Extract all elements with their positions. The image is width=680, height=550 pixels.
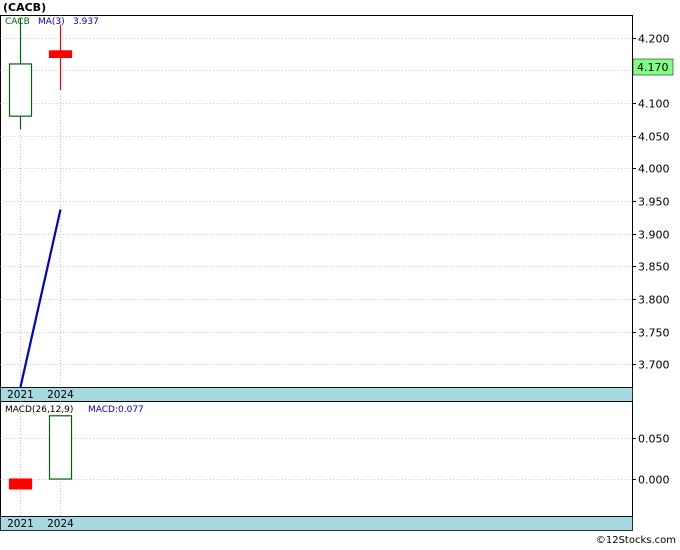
price-legend: CACB MA(3) 3.937	[5, 17, 99, 27]
macd-y-tick-label: 0.050	[638, 433, 670, 446]
price-y-tick-label: 3.900	[638, 229, 670, 242]
price-x-label: 2024	[47, 389, 74, 401]
last-price-tag: 4.170	[632, 58, 674, 76]
macd-plot-frame	[0, 401, 633, 517]
price-y-tick-label: 3.950	[638, 196, 670, 209]
chart-root: (CACB) 3.700 3.750 3.800 3.850 3.900 3.950 4.0…	[0, 1, 676, 546]
last-price-value: 4.170	[637, 61, 669, 74]
candle-body	[48, 50, 73, 59]
price-x-label: 2021	[7, 389, 34, 401]
macd-x-label: 2024	[47, 518, 74, 530]
macd-bar	[8, 478, 33, 490]
price-y-tick-label: 3.800	[638, 294, 670, 307]
macd-legend-label: MACD(26,12,9)	[5, 405, 73, 415]
macd-bar	[48, 415, 73, 480]
macd-y-axis: 0.000 0.050	[632, 433, 670, 487]
macd-y-tick-label: 0.000	[638, 474, 670, 487]
macd-x-label: 2021	[7, 518, 34, 530]
candle-body	[8, 63, 33, 117]
macd-panel: 0.000 0.050 MACD(26,12,9) MACD:0.077 2021…	[0, 401, 670, 531]
price-y-tick-label: 4.000	[638, 163, 670, 176]
price-y-tick-label: 4.050	[638, 131, 670, 144]
legend-symbol: CACB	[5, 17, 30, 27]
macd-x-label-bar	[0, 516, 633, 531]
macd-legend-value: MACD:0.077	[88, 405, 144, 415]
legend-ma-value: 3.937	[73, 17, 99, 27]
price-y-tick-label: 4.100	[638, 98, 670, 111]
price-y-axis: 3.700 3.750 3.800 3.850 3.900 3.950 4.000 4.050…	[632, 33, 670, 372]
price-y-tick-label: 4.200	[638, 33, 670, 46]
legend-ma-label: MA(3)	[38, 17, 65, 27]
price-y-tick-label: 3.700	[638, 359, 670, 372]
price-x-label-bar	[0, 387, 633, 402]
price-y-tick-label: 3.850	[638, 261, 670, 274]
chart-title: (CACB)	[3, 1, 46, 14]
price-y-tick-label: 3.750	[638, 327, 670, 340]
price-panel: 3.700 3.750 3.800 3.850 3.900 3.950 4.000 4.050…	[0, 15, 674, 402]
footer-credit: ©12Stocks.com	[596, 535, 676, 546]
